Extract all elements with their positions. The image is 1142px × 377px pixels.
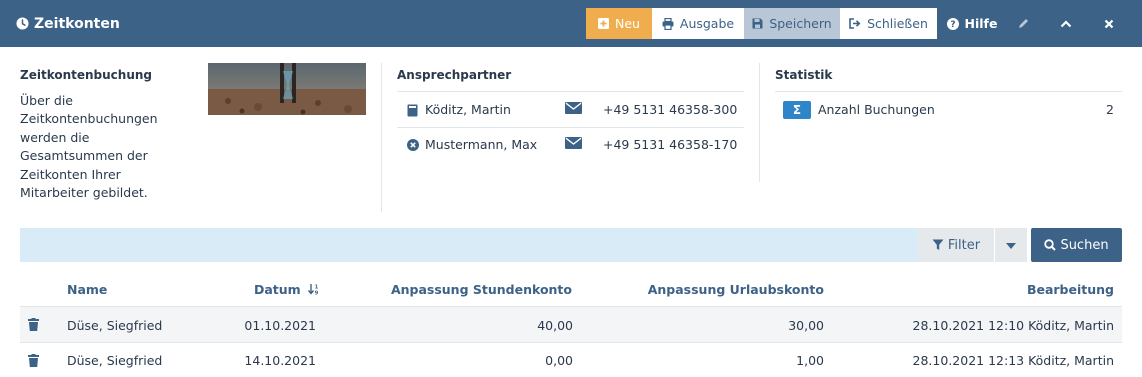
column-header-edit[interactable]: Bearbeitung bbox=[864, 282, 1114, 297]
trash-icon[interactable] bbox=[28, 354, 39, 371]
cell-vacation: 30,00 bbox=[788, 318, 824, 333]
contact-name[interactable]: Mustermann, Max bbox=[425, 137, 537, 152]
divider bbox=[397, 127, 744, 128]
sort-icon: 19 bbox=[308, 283, 320, 298]
sigma-icon: Σ bbox=[783, 101, 811, 119]
plus-square-icon bbox=[598, 18, 610, 29]
save-button[interactable]: Speichern bbox=[744, 8, 840, 39]
caret-down-icon bbox=[1006, 238, 1016, 253]
divider bbox=[759, 63, 760, 182]
info-title: Zeitkontenbuchung bbox=[20, 68, 153, 82]
new-button-label: Neu bbox=[615, 16, 640, 31]
app-title: Zeitkonten bbox=[16, 0, 120, 47]
hourglass-image bbox=[208, 63, 366, 115]
table-row[interactable]: Düse, Siegfried 14.10.2021 0,00 1,00 28.… bbox=[20, 343, 1122, 377]
filter-dropdown-button[interactable] bbox=[995, 228, 1027, 262]
trash-icon[interactable] bbox=[28, 318, 39, 335]
floppy-disk-icon bbox=[752, 18, 763, 29]
cell-date: 01.10.2021 bbox=[244, 318, 316, 333]
cancel-circle-icon bbox=[407, 139, 419, 155]
divider bbox=[381, 63, 382, 212]
svg-text:?: ? bbox=[950, 20, 955, 30]
contact-phone[interactable]: +49 5131 46358-170 bbox=[603, 137, 737, 152]
column-header-hours[interactable]: Anpassung Stundenkonto bbox=[322, 282, 572, 297]
search-button[interactable]: Suchen bbox=[1031, 228, 1122, 262]
info-description: Über die Zeitkontenbuchungen werden die … bbox=[20, 93, 158, 201]
help-button-label: Hilfe bbox=[964, 16, 998, 31]
cell-hours: 0,00 bbox=[545, 353, 573, 368]
contact-name[interactable]: Köditz, Martin bbox=[425, 102, 511, 117]
svg-text:9: 9 bbox=[315, 291, 319, 296]
help-button[interactable]: ? Hilfe bbox=[946, 8, 998, 39]
divider bbox=[775, 91, 1122, 92]
book-icon bbox=[407, 104, 418, 121]
new-button[interactable]: Neu bbox=[586, 8, 652, 39]
question-circle-icon: ? bbox=[946, 17, 959, 30]
clock-icon bbox=[16, 17, 29, 30]
close-icon[interactable] bbox=[1098, 8, 1120, 39]
table-row[interactable]: Düse, Siegfried 01.10.2021 40,00 30,00 2… bbox=[20, 307, 1122, 343]
contact-phone[interactable]: +49 5131 46358-300 bbox=[603, 102, 737, 117]
column-header-date-label: Datum bbox=[254, 282, 301, 297]
print-button-label: Ausgabe bbox=[679, 16, 735, 31]
filter-button[interactable]: Filter bbox=[918, 228, 994, 262]
column-header-name[interactable]: Name bbox=[67, 282, 107, 297]
sign-out-icon bbox=[849, 18, 861, 29]
column-header-vacation[interactable]: Anpassung Urlaubskonto bbox=[574, 282, 824, 297]
close-button-label: Schließen bbox=[867, 16, 928, 31]
app-title-text: Zeitkonten bbox=[34, 15, 120, 32]
cell-vacation: 1,00 bbox=[796, 353, 824, 368]
cell-edit: 28.10.2021 12:13 Köditz, Martin bbox=[912, 353, 1114, 368]
pencil-icon[interactable] bbox=[1012, 8, 1034, 39]
cell-hours: 40,00 bbox=[537, 318, 573, 333]
save-button-label: Speichern bbox=[769, 16, 832, 31]
divider bbox=[397, 91, 744, 92]
column-header-date[interactable]: Datum 19 bbox=[254, 282, 320, 298]
envelope-icon[interactable] bbox=[565, 137, 582, 153]
cell-name: Düse, Siegfried bbox=[67, 353, 163, 368]
funnel-icon bbox=[932, 239, 944, 251]
app-header: Zeitkonten Neu Ausgabe Speichern Schließ… bbox=[0, 0, 1142, 47]
printer-icon bbox=[662, 17, 674, 30]
search-bar[interactable] bbox=[20, 228, 918, 262]
cell-date: 14.10.2021 bbox=[244, 353, 316, 368]
envelope-icon[interactable] bbox=[565, 102, 582, 118]
chevron-up-icon[interactable] bbox=[1055, 8, 1077, 39]
print-button[interactable]: Ausgabe bbox=[652, 8, 744, 39]
stat-label[interactable]: Anzahl Buchungen bbox=[818, 102, 935, 117]
stats-title: Statistik bbox=[775, 68, 833, 82]
stat-value: 2 bbox=[1106, 102, 1114, 117]
contacts-title: Ansprechpartner bbox=[397, 68, 512, 82]
close-button[interactable]: Schließen bbox=[840, 8, 937, 39]
cell-name: Düse, Siegfried bbox=[67, 318, 163, 333]
filter-button-label: Filter bbox=[947, 237, 981, 253]
search-button-label: Suchen bbox=[1060, 237, 1109, 253]
cell-edit: 28.10.2021 12:10 Köditz, Martin bbox=[912, 318, 1114, 333]
search-icon bbox=[1044, 239, 1057, 251]
